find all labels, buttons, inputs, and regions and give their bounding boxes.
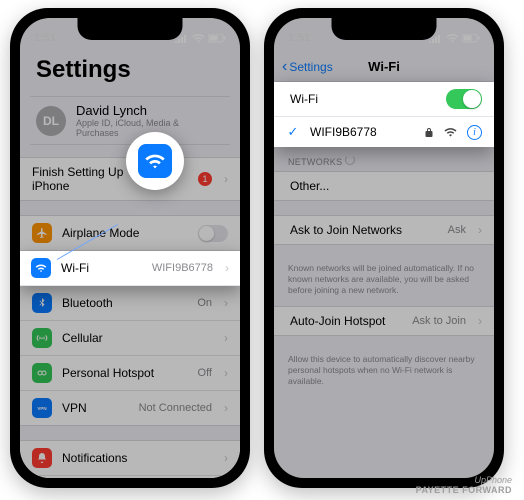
notifications-icon	[32, 448, 52, 468]
info-button[interactable]: i	[467, 125, 482, 140]
status-time: 1:51	[288, 32, 310, 44]
auto-join-row[interactable]: Auto-Join Hotspot Ask to Join ›	[274, 307, 494, 335]
sounds-row[interactable]: Sounds & Haptics ›	[20, 476, 240, 478]
airplane-icon	[32, 223, 52, 243]
back-button[interactable]: ‹ Settings	[282, 58, 333, 76]
avatar: DL	[36, 106, 66, 136]
account-name: David Lynch	[76, 103, 224, 118]
wifi-value: WIFI9B6778	[152, 262, 213, 274]
chevron-right-icon: ›	[478, 223, 482, 237]
hotspot-icon	[32, 363, 52, 383]
chevron-right-icon: ›	[224, 451, 228, 465]
bluetooth-row[interactable]: Bluetooth On ›	[20, 286, 240, 321]
wifi-toggle[interactable]	[446, 89, 482, 109]
hotspot-label: Personal Hotspot	[62, 366, 188, 380]
hotspot-value: Off	[198, 367, 212, 379]
wifi-status-icon	[192, 33, 205, 43]
bluetooth-label: Bluetooth	[62, 296, 187, 310]
auto-label: Auto-Join Hotspot	[286, 314, 402, 328]
ask-note: Known networks will be joined automatica…	[274, 259, 494, 306]
spinner-icon	[345, 155, 355, 165]
notch	[332, 18, 437, 40]
cellular-label: Cellular	[62, 331, 212, 345]
airplane-toggle[interactable]	[198, 225, 228, 242]
status-icons	[175, 33, 226, 43]
account-row[interactable]: DL David Lynch Apple ID, iCloud, Media &…	[30, 96, 230, 145]
wifi-label: Wi-Fi	[61, 261, 142, 275]
wifi-toggle-row: Wi-Fi	[274, 82, 494, 117]
finish-setup-row[interactable]: Finish Setting Up Your iPhone 1 ›	[20, 158, 240, 200]
battery-icon	[208, 34, 226, 43]
airplane-label: Airplane Mode	[62, 226, 188, 240]
chevron-right-icon: ›	[224, 401, 228, 415]
hotspot-row[interactable]: Personal Hotspot Off ›	[20, 356, 240, 391]
svg-text:VPN: VPN	[37, 406, 46, 411]
notch	[78, 18, 183, 40]
cellular-row[interactable]: Cellular ›	[20, 321, 240, 356]
vpn-value: Not Connected	[139, 402, 212, 414]
chevron-right-icon: ›	[224, 331, 228, 345]
connected-network-row[interactable]: ✓ WIFI9B6778 i	[274, 117, 494, 147]
vpn-row[interactable]: VPN VPN Not Connected ›	[20, 391, 240, 425]
auto-value: Ask to Join	[412, 315, 466, 327]
watermark: UpPhonePAYETTE FORWARD	[416, 476, 512, 496]
battery-icon	[462, 34, 480, 43]
back-label: Settings	[289, 60, 332, 74]
wifi-icon	[31, 258, 51, 278]
wifi-callout	[126, 132, 184, 190]
auto-note: Allow this device to automatically disco…	[274, 350, 494, 397]
navbar: ‹ Settings Wi-Fi	[274, 52, 494, 82]
networks-header: Networks	[274, 147, 494, 171]
notifications-row[interactable]: Notifications ›	[20, 441, 240, 476]
phone-left: 1:51 Settings DL David Lynch Apple ID, i…	[10, 8, 250, 488]
lock-icon	[424, 127, 434, 138]
ask-label: Ask to Join Networks	[286, 223, 438, 237]
chevron-left-icon: ‹	[282, 58, 287, 76]
airplane-mode-row[interactable]: Airplane Mode	[20, 216, 240, 251]
chevron-right-icon: ›	[478, 314, 482, 328]
cellular-icon	[32, 328, 52, 348]
status-time: 1:51	[34, 32, 56, 44]
wifi-toggle-label: Wi-Fi	[286, 92, 436, 106]
phone-right: 1:51 ‹ Settings Wi-Fi Wi-Fi	[264, 8, 504, 488]
ask-to-join-row[interactable]: Ask to Join Networks Ask ›	[274, 216, 494, 244]
other-label: Other...	[286, 179, 482, 193]
wifi-signal-icon	[444, 127, 457, 137]
page-title: Settings	[20, 52, 240, 92]
bluetooth-value: On	[197, 297, 212, 309]
status-icons	[429, 33, 480, 43]
notifications-label: Notifications	[62, 451, 212, 465]
nav-title: Wi-Fi	[368, 59, 400, 74]
connected-network-name: WIFI9B6778	[310, 125, 414, 139]
other-network-row[interactable]: Other...	[274, 172, 494, 200]
wifi-row[interactable]: Wi-Fi WIFI9B6778 ›	[20, 251, 240, 286]
chevron-right-icon: ›	[224, 366, 228, 380]
check-icon: ✓	[286, 124, 300, 140]
vpn-label: VPN	[62, 401, 129, 415]
chevron-right-icon: ›	[225, 261, 229, 275]
wifi-icon	[138, 144, 172, 178]
vpn-icon: VPN	[32, 398, 52, 418]
badge: 1	[198, 172, 212, 186]
chevron-right-icon: ›	[224, 172, 228, 186]
bluetooth-icon	[32, 293, 52, 313]
ask-value: Ask	[448, 224, 466, 236]
wifi-status-icon	[446, 33, 459, 43]
chevron-right-icon: ›	[224, 296, 228, 310]
